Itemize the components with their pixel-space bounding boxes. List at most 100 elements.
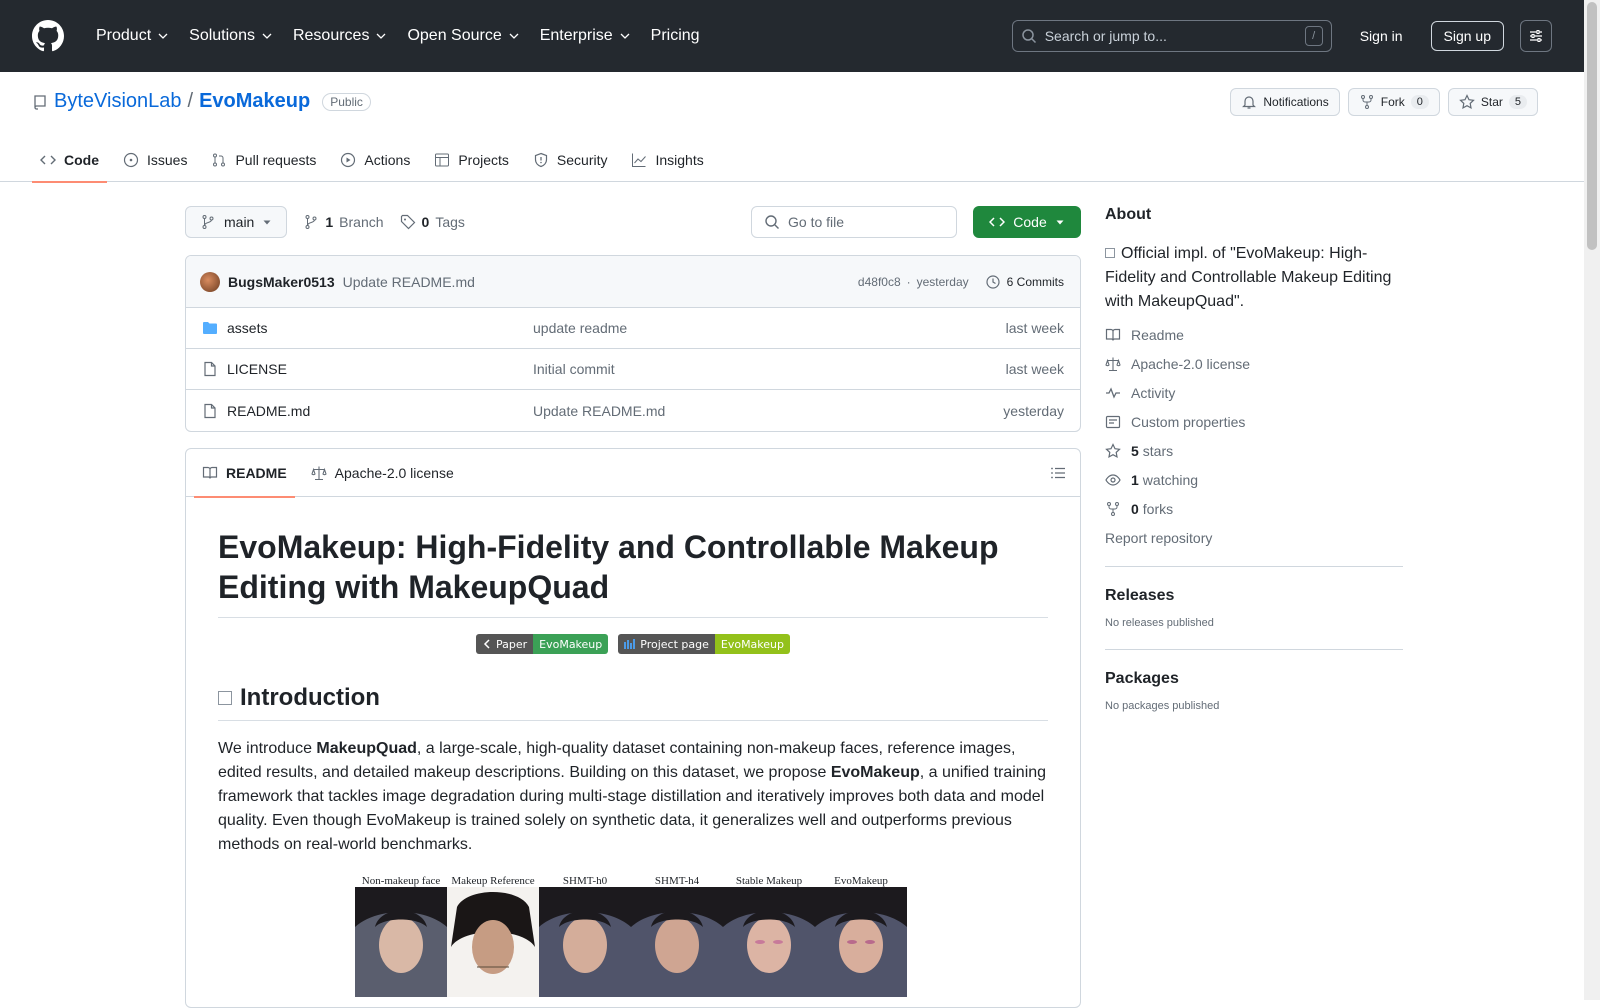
go-to-file-input[interactable]: Go to file bbox=[751, 206, 957, 238]
stars-link[interactable]: 5 stars bbox=[1105, 443, 1403, 459]
readme-body: EvoMakeup: High-Fidelity and Controllabl… bbox=[186, 497, 1080, 1007]
branch-count: 1 bbox=[325, 214, 334, 230]
divider bbox=[1105, 566, 1403, 567]
book-icon bbox=[202, 466, 218, 479]
nav-enterprise[interactable]: Enterprise bbox=[532, 19, 639, 53]
nav-resources[interactable]: Resources bbox=[285, 19, 395, 53]
fork-icon bbox=[1107, 502, 1119, 516]
github-logo-icon[interactable] bbox=[32, 20, 64, 52]
file-date: yesterday bbox=[1003, 402, 1064, 419]
branches-link[interactable]: 1 Branch bbox=[303, 214, 384, 230]
tab-code-label: Code bbox=[64, 152, 99, 168]
comparison-figure: Non-makeup face Makeup Reference SHMT-h0… bbox=[355, 875, 911, 997]
readme-link[interactable]: Readme bbox=[1105, 327, 1403, 343]
chevron-down-icon bbox=[376, 33, 386, 39]
global-header: Product Solutions Resources Open Source … bbox=[0, 0, 1584, 72]
notifications-button[interactable]: Notifications bbox=[1230, 88, 1340, 116]
face-image bbox=[355, 887, 447, 997]
file-row-assets[interactable]: assets update readme last week bbox=[186, 308, 1080, 349]
history-icon bbox=[986, 274, 1000, 289]
branch-select-button[interactable]: main bbox=[185, 206, 288, 238]
commit-meta: d48f0c8 · yesterday bbox=[858, 275, 969, 289]
star-icon bbox=[1459, 94, 1475, 110]
file-commit-message[interactable]: Initial commit bbox=[533, 361, 1006, 377]
releases-empty-text: No releases published bbox=[1105, 617, 1214, 629]
file-name-link[interactable]: README.md bbox=[227, 403, 310, 419]
tab-issues[interactable]: Issues bbox=[115, 138, 195, 182]
nav-product[interactable]: Product bbox=[88, 19, 177, 53]
star-label: Star bbox=[1480, 95, 1503, 109]
figure-label: Stable Makeup bbox=[735, 875, 803, 887]
sign-up-button[interactable]: Sign up bbox=[1430, 21, 1504, 51]
readme-title: EvoMakeup: High-Fidelity and Controllabl… bbox=[218, 527, 1048, 618]
tab-insights[interactable]: Insights bbox=[623, 138, 711, 182]
tags-link[interactable]: 0 Tags bbox=[400, 214, 465, 230]
table-of-contents-button[interactable] bbox=[1050, 465, 1066, 481]
file-name-link[interactable]: assets bbox=[227, 320, 267, 336]
commit-message-link[interactable]: Update README.md bbox=[343, 274, 475, 290]
custom-properties-link[interactable]: Custom properties bbox=[1105, 414, 1403, 430]
figure-label: Makeup Reference bbox=[451, 875, 535, 887]
file-commit-message[interactable]: update readme bbox=[533, 320, 1006, 336]
activity-link[interactable]: Activity bbox=[1105, 385, 1403, 401]
repo-separator: / bbox=[187, 90, 194, 112]
avatar[interactable] bbox=[200, 271, 220, 292]
note-icon bbox=[1105, 415, 1121, 429]
repo-tabs: Code Issues Pull requests Actions Projec… bbox=[32, 138, 712, 183]
search-input[interactable]: Search or jump to... / bbox=[1011, 20, 1332, 52]
tab-issues-label: Issues bbox=[147, 152, 188, 168]
repo-owner-link[interactable]: ByteVisionLab bbox=[54, 90, 182, 113]
commit-time: yesterday bbox=[916, 274, 969, 289]
about-description: Official impl. of "EvoMakeup: High-Fidel… bbox=[1105, 242, 1403, 314]
paper-badge[interactable]: Paper EvoMakeup bbox=[475, 634, 609, 654]
watching-link[interactable]: 1 watching bbox=[1105, 472, 1403, 488]
eye-icon bbox=[1105, 474, 1121, 486]
forks-link[interactable]: 0 forks bbox=[1105, 501, 1403, 517]
tab-insights-label: Insights bbox=[655, 152, 704, 168]
tab-code[interactable]: Code bbox=[32, 138, 107, 183]
paper-badge-left: Paper bbox=[495, 637, 528, 651]
tab-readme[interactable]: README bbox=[194, 449, 295, 498]
graph-icon bbox=[632, 153, 647, 167]
commit-meta-dot: · bbox=[906, 274, 911, 289]
nav-solutions[interactable]: Solutions bbox=[181, 19, 281, 53]
nav-open-source[interactable]: Open Source bbox=[399, 19, 527, 53]
code-dropdown-button[interactable]: Code bbox=[973, 206, 1081, 238]
settings-menu-button[interactable] bbox=[1520, 20, 1552, 52]
fork-icon bbox=[1360, 95, 1373, 109]
page-scrollbar[interactable] bbox=[1584, 0, 1600, 1000]
repo-name-link[interactable]: EvoMakeup bbox=[199, 90, 310, 113]
tab-pull-requests[interactable]: Pull requests bbox=[203, 138, 324, 182]
fork-label: Fork bbox=[1380, 95, 1405, 109]
releases-heading[interactable]: Releases bbox=[1105, 587, 1403, 605]
book-icon bbox=[1105, 328, 1121, 341]
license-link[interactable]: Apache-2.0 license bbox=[1105, 356, 1403, 372]
file-row-readme[interactable]: README.md Update README.md yesterday bbox=[186, 390, 1080, 431]
sign-in-link[interactable]: Sign in bbox=[1348, 22, 1415, 50]
scrollbar-thumb[interactable] bbox=[1587, 2, 1597, 250]
tab-pull-requests-label: Pull requests bbox=[235, 152, 317, 168]
readme-link-label: Readme bbox=[1131, 327, 1184, 343]
folder-icon bbox=[203, 322, 217, 334]
commit-author-link[interactable]: BugsMaker0513 bbox=[228, 274, 335, 290]
tab-actions[interactable]: Actions bbox=[332, 138, 418, 182]
fork-button[interactable]: Fork 0 bbox=[1347, 88, 1440, 116]
latest-commit-bar: BugsMaker0513 Update README.md d48f0c8 ·… bbox=[186, 256, 1080, 308]
packages-empty-text: No packages published bbox=[1105, 700, 1220, 712]
star-button[interactable]: Star 5 bbox=[1447, 88, 1538, 116]
commit-hash-link[interactable]: d48f0c8 bbox=[858, 275, 901, 289]
file-date: last week bbox=[1005, 361, 1064, 377]
forks-count: 0 bbox=[1131, 501, 1139, 517]
tab-security[interactable]: Security bbox=[525, 138, 616, 182]
project-page-badge[interactable]: Project page EvoMakeup bbox=[618, 634, 790, 654]
tab-projects[interactable]: Projects bbox=[426, 138, 517, 182]
tab-license[interactable]: Apache-2.0 license bbox=[303, 449, 462, 497]
file-row-license[interactable]: LICENSE Initial commit last week bbox=[186, 349, 1080, 390]
commits-history-link[interactable]: 6 Commits bbox=[985, 274, 1064, 290]
file-name-link[interactable]: LICENSE bbox=[227, 361, 287, 377]
nav-pricing[interactable]: Pricing bbox=[643, 19, 708, 53]
shield-icon bbox=[534, 152, 548, 168]
file-commit-message[interactable]: Update README.md bbox=[533, 403, 1003, 419]
report-repository-link[interactable]: Report repository bbox=[1105, 530, 1403, 546]
packages-heading[interactable]: Packages bbox=[1105, 670, 1403, 688]
